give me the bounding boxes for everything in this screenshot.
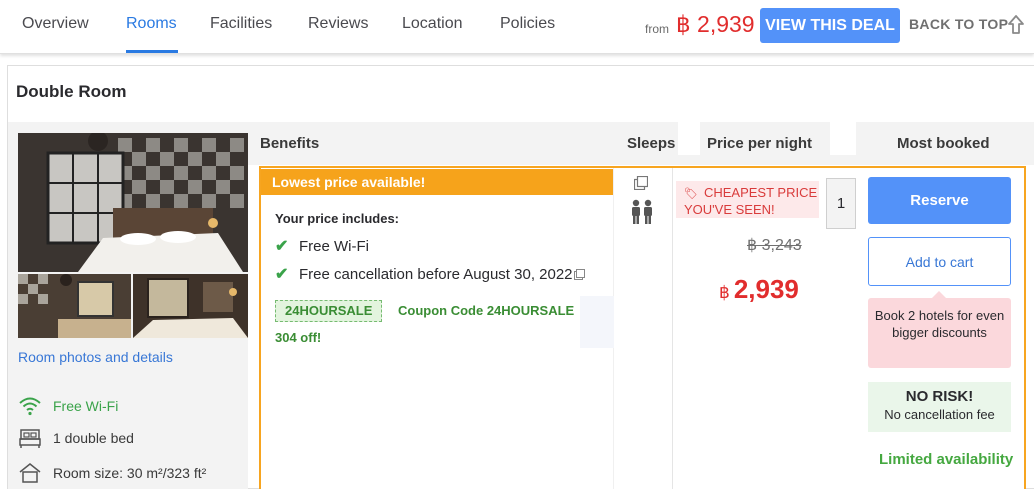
reserve-button[interactable]: Reserve	[868, 177, 1011, 224]
header-benefits: Benefits	[260, 135, 320, 152]
no-risk-subtitle: No cancellation fee	[884, 407, 995, 422]
wifi-icon	[19, 397, 41, 416]
cheapest-line-1: CHEAPEST PRICE	[703, 185, 818, 200]
back-to-top-link[interactable]: BACK TO TOP	[909, 16, 1008, 32]
tab-facilities[interactable]: Facilities	[210, 15, 272, 33]
price-includes-label: Your price includes:	[275, 211, 400, 226]
view-deal-button[interactable]: VIEW THIS DEAL	[760, 8, 900, 43]
arrow-up-icon[interactable]	[1006, 13, 1026, 37]
header-most-booked: Most booked	[897, 135, 990, 152]
availability-status: Limited availability	[879, 451, 1014, 468]
header-gap	[830, 122, 856, 155]
check-icon: ✔	[275, 238, 289, 255]
benefit-item: ✔ Free Wi-Fi	[275, 236, 369, 256]
external-link-icon[interactable]	[573, 268, 585, 280]
add-to-cart-button[interactable]: Add to cart	[868, 237, 1011, 286]
cheapest-price-badge: 🏷 CHEAPEST PRICE YOU'VE SEEN!	[676, 181, 819, 218]
column-divider	[672, 168, 673, 489]
coupon-side-panel	[580, 296, 614, 348]
active-tab-indicator	[126, 50, 178, 53]
original-price: ฿ 3,243	[747, 237, 802, 254]
expand-icon[interactable]	[634, 176, 648, 190]
cheapest-line-2: YOU'VE SEEN!	[684, 202, 775, 217]
no-risk-badge: NO RISK! No cancellation fee	[868, 382, 1011, 432]
header-gap	[678, 122, 700, 155]
current-price: ฿ 2,939	[719, 274, 799, 305]
feature-wifi-label: Free Wi-Fi	[53, 398, 119, 414]
header-price-per-night: Price per night	[707, 135, 813, 152]
room-photo-main[interactable]	[18, 133, 248, 272]
from-label: from	[645, 22, 669, 36]
room-title: Double Room	[16, 82, 127, 101]
feature-wifi: Free Wi-Fi	[18, 395, 118, 417]
tab-reviews[interactable]: Reviews	[308, 15, 368, 33]
tab-rooms[interactable]: Rooms	[126, 15, 177, 33]
header-sleeps: Sleeps	[627, 135, 676, 152]
tab-policies[interactable]: Policies	[500, 15, 555, 33]
benefit-label: Free cancellation before August 30, 2022	[299, 265, 573, 283]
check-icon: ✔	[275, 266, 289, 283]
room-photos-link[interactable]: Room photos and details	[18, 349, 173, 365]
feature-room-size-label: Room size: 30 m²/323 ft²	[53, 465, 207, 481]
house-icon	[19, 463, 41, 483]
feature-bed-label: 1 double bed	[53, 430, 134, 446]
benefit-label: Free Wi-Fi	[299, 237, 369, 255]
coupon-description: Coupon Code 24HOURSALE	[398, 303, 575, 318]
lowest-price-banner: Lowest price available!	[261, 169, 613, 195]
price-tag-icon: 🏷	[684, 188, 698, 200]
room-photo-thumb-1[interactable]	[18, 274, 131, 338]
current-price-value: 2,939	[733, 274, 799, 304]
tab-overview[interactable]: Overview	[22, 15, 89, 33]
no-risk-title: NO RISK!	[905, 388, 974, 405]
benefit-item: ✔ Free cancellation before August 30, 20…	[275, 264, 585, 284]
room-photo-thumb-2[interactable]	[133, 274, 248, 338]
feature-bed: 1 double bed	[18, 427, 134, 449]
book-two-hotels-promo: Book 2 hotels for even bigger discounts	[868, 298, 1011, 368]
bed-icon	[19, 429, 41, 448]
tab-location[interactable]: Location	[402, 15, 463, 33]
coupon-discount: 304 off!	[275, 330, 322, 345]
currency-symbol: ฿	[719, 283, 730, 302]
coupon-code-tag[interactable]: 24HOURSALE	[275, 300, 383, 322]
feature-room-size: Room size: 30 m²/323 ft²	[18, 462, 206, 484]
header-price: ฿ 2,939	[676, 11, 755, 37]
two-guests-icon	[632, 199, 652, 224]
room-quantity-select[interactable]: 1	[826, 178, 856, 229]
